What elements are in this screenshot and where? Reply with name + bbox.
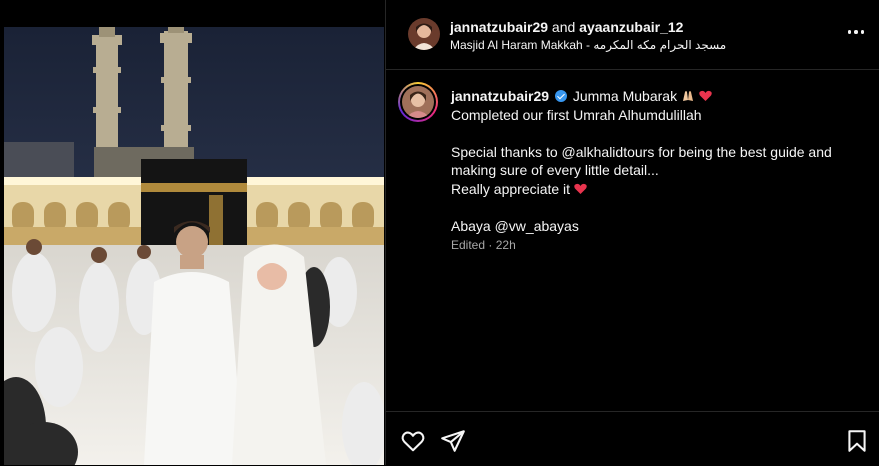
post-caption: jannatzubair29 Jumma Mubarak Completed o…	[451, 87, 851, 235]
avatar-image	[402, 86, 434, 118]
more-options-icon[interactable]	[846, 22, 866, 42]
post-meta: Edited · 22h	[451, 238, 516, 252]
caption-avatar	[402, 86, 434, 118]
heart-emoji-icon	[699, 90, 712, 101]
caption-line: making sure of every little detail...	[451, 162, 659, 178]
username-link-2[interactable]: ayaanzubair_12	[579, 19, 683, 35]
caption-line: Completed our first Umrah Alhumdulillah	[451, 106, 702, 123]
post-modal: jannatzubair29 and ayaanzubair_12 Masjid…	[0, 0, 879, 465]
caption-line: Really appreciate it	[451, 180, 571, 197]
action-bar	[386, 411, 879, 466]
author-avatar[interactable]	[408, 18, 440, 50]
verified-badge-icon	[554, 90, 567, 102]
post-header: jannatzubair29 and ayaanzubair_12 Masjid…	[386, 0, 879, 70]
location-link[interactable]: Masjid Al Haram Makkah - مسجد الحرام مكه…	[450, 38, 726, 52]
username-link-1[interactable]: jannatzubair29	[450, 19, 548, 35]
avatar-image	[408, 18, 440, 50]
caption-avatar-story-ring[interactable]	[398, 82, 438, 122]
caption-username[interactable]: jannatzubair29	[451, 88, 549, 104]
edited-label: Edited	[451, 238, 486, 252]
mecca-photo-illustration	[4, 27, 384, 465]
post-details-panel: jannatzubair29 and ayaanzubair_12 Masjid…	[385, 0, 879, 465]
heart-outline-icon[interactable]	[400, 428, 426, 454]
collab-usernames: jannatzubair29 and ayaanzubair_12	[450, 19, 683, 35]
post-time[interactable]: 22h	[496, 238, 516, 252]
bookmark-icon[interactable]	[844, 428, 870, 454]
praying-hands-icon	[682, 91, 693, 101]
paper-plane-icon[interactable]	[440, 428, 466, 454]
and-text: and	[551, 19, 576, 35]
meta-separator: ·	[488, 238, 493, 252]
heart-emoji-icon	[574, 183, 587, 194]
caption-line: Special thanks to @alkhalidtours for bei…	[451, 143, 832, 160]
caption-first-line: Jumma Mubarak	[572, 88, 678, 104]
post-photo[interactable]	[4, 27, 384, 465]
caption-line: Abaya @vw_abayas	[451, 217, 579, 234]
